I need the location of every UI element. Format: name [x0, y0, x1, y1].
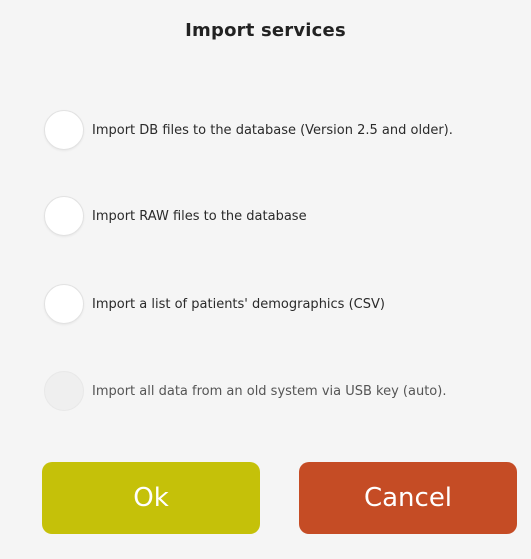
- option-import-db-files[interactable]: Import DB files to the database (Version…: [44, 110, 453, 150]
- ok-button[interactable]: Ok: [42, 462, 260, 534]
- option-import-usb-key: Import all data from an old system via U…: [44, 371, 446, 411]
- import-services-dialog: Import services Import DB files to the d…: [0, 0, 531, 559]
- option-label: Import all data from an old system via U…: [92, 383, 447, 399]
- option-label: Import a list of patients' demographics …: [92, 296, 385, 312]
- radio-button[interactable]: [44, 284, 84, 324]
- cancel-button[interactable]: Cancel: [299, 462, 517, 534]
- option-import-patients-csv[interactable]: Import a list of patients' demographics …: [44, 284, 385, 324]
- radio-button[interactable]: [44, 110, 84, 150]
- option-label: Import RAW files to the database: [92, 208, 307, 224]
- dialog-title: Import services: [185, 20, 346, 41]
- option-import-raw-files[interactable]: Import RAW files to the database: [44, 196, 307, 236]
- option-label: Import DB files to the database (Version…: [92, 122, 453, 138]
- radio-button[interactable]: [44, 196, 84, 236]
- radio-button: [44, 371, 84, 411]
